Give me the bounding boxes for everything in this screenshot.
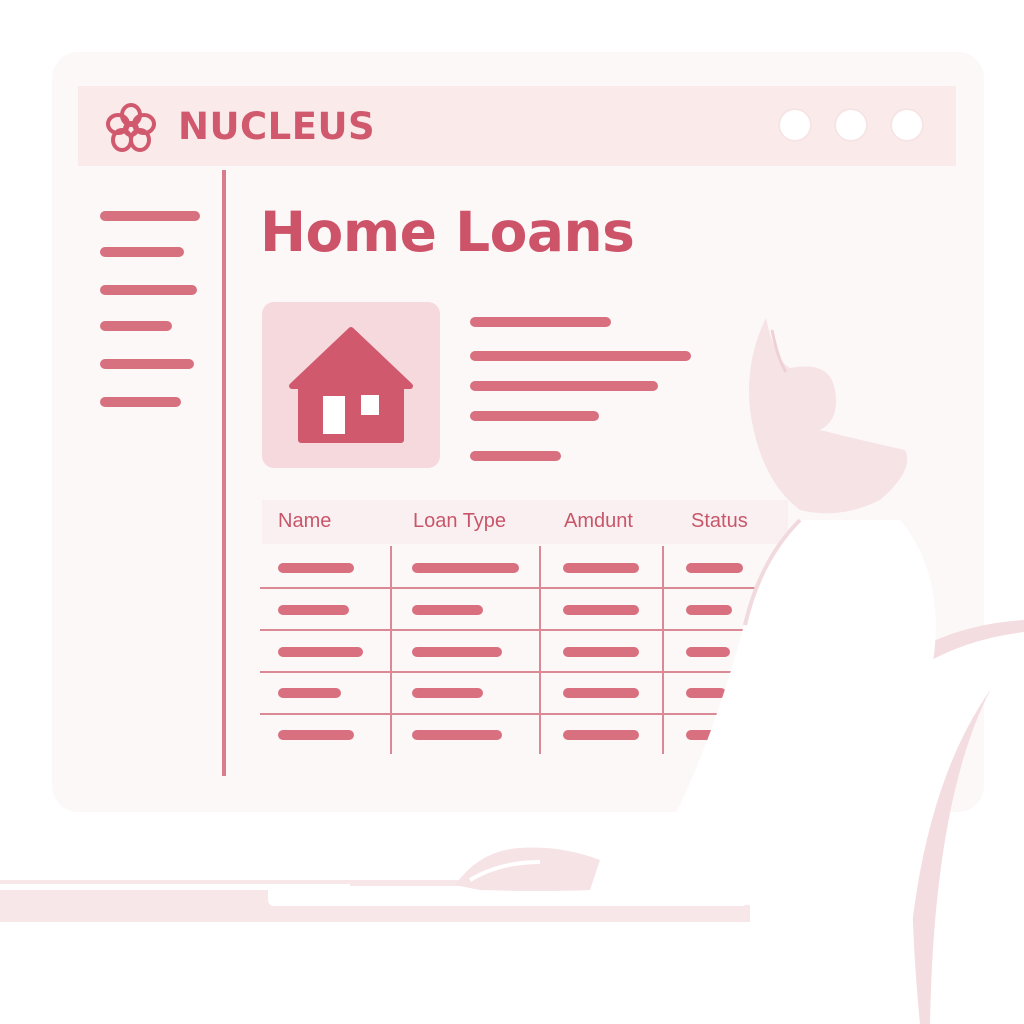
illustration: NUCLEUS Home Loans Name Loan Type Amdunt… (0, 0, 1024, 1024)
person-at-desk-illustration (0, 318, 1024, 1024)
